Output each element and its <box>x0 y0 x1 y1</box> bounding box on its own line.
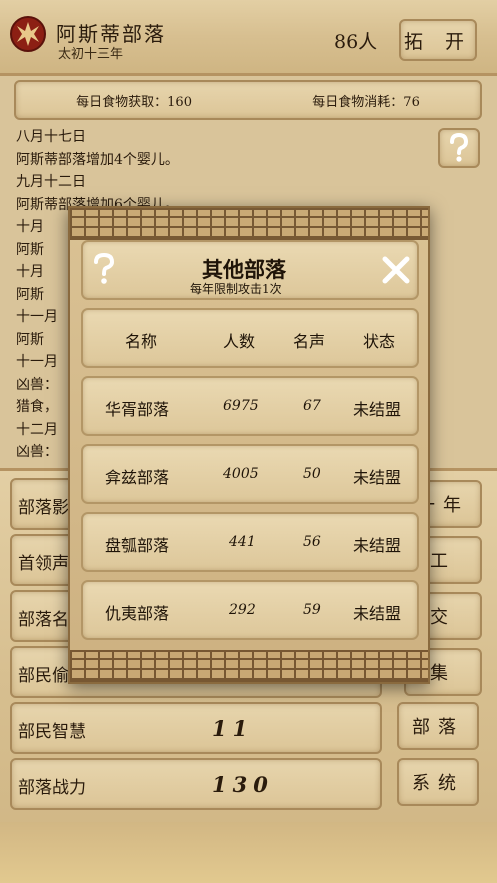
tribe-fame-cell: 50 <box>303 466 321 482</box>
expand-button[interactable]: 拓 开 <box>399 19 477 61</box>
system-button[interactable]: 系统 <box>397 758 479 806</box>
question-icon <box>450 133 469 162</box>
log-line: 八月十七日 <box>16 129 86 145</box>
food-consume: 每日食物消耗：76 <box>312 91 420 110</box>
food-gain-value: 160 <box>167 94 192 110</box>
stat-label: 部落影 <box>18 498 69 518</box>
other-tribes-dialog: 其他部落 每年限制攻击1次 名称 人数 名声 状态 华胥部落 6975 67 未… <box>68 206 430 684</box>
stat-value: 130 <box>212 772 274 797</box>
top-bar: 阿斯蒂部落 太初十三年 86人 拓 开 <box>0 0 497 76</box>
log-line: 阿斯蒂部落增加4个婴儿。 <box>16 151 179 168</box>
tribe-row[interactable]: 弇兹部落 4005 50 未结盟 <box>81 444 419 504</box>
question-icon[interactable] <box>92 252 116 286</box>
population-count: 86人 <box>334 31 378 53</box>
tribe-name-cell: 华胥部落 <box>105 400 170 419</box>
stat-label: 首领声 <box>18 554 69 574</box>
tribe-status-cell: 未结盟 <box>353 604 402 623</box>
column-header-fame: 名声 <box>293 332 326 351</box>
tribe-people-cell: 6975 <box>223 398 259 414</box>
tribe-row[interactable]: 华胥部落 6975 67 未结盟 <box>81 376 419 436</box>
food-consume-label: 每日食物消耗： <box>312 94 404 110</box>
tribe-status-cell: 未结盟 <box>353 400 402 419</box>
tribe-people-cell: 4005 <box>223 466 259 482</box>
ornament-border-top <box>70 208 428 240</box>
stat-row: 部民智慧 11 <box>10 702 382 754</box>
tribe-fame-cell: 67 <box>303 398 321 414</box>
stat-label: 部民偷 <box>18 666 69 686</box>
column-header-name: 名称 <box>125 332 158 351</box>
stat-label: 部落战力 <box>18 778 86 798</box>
column-header-status: 状态 <box>363 332 396 351</box>
tribe-name-cell: 仇夷部落 <box>105 604 170 623</box>
tribe-people-cell: 292 <box>229 602 256 618</box>
stat-value: 11 <box>212 716 254 741</box>
close-x-icon[interactable] <box>380 254 412 286</box>
bottom-strip <box>0 822 497 883</box>
stat-label: 部民智慧 <box>18 722 86 742</box>
tribe-name-cell: 盘瓠部落 <box>105 536 170 555</box>
food-consume-value: 76 <box>403 94 420 110</box>
food-gain: 每日食物获取：160 <box>76 91 192 110</box>
tribe-fame-cell: 59 <box>303 602 321 618</box>
stat-row: 部落战力 130 <box>10 758 382 810</box>
dialog-subtitle: 每年限制攻击1次 <box>190 282 282 296</box>
tribe-people-cell: 441 <box>229 534 256 550</box>
table-header: 名称 人数 名声 状态 <box>81 308 419 368</box>
tribe-button[interactable]: 部落 <box>397 702 479 750</box>
column-header-people: 人数 <box>223 332 256 351</box>
era-date: 太初十三年 <box>58 47 124 62</box>
horde-emblem-icon <box>10 16 46 52</box>
tribe-status-cell: 未结盟 <box>353 468 402 487</box>
tribe-status-cell: 未结盟 <box>353 536 402 555</box>
tribe-name-cell: 弇兹部落 <box>105 468 170 487</box>
ornament-border-bottom <box>70 650 428 682</box>
food-gain-label: 每日食物获取： <box>76 94 168 110</box>
tribe-row[interactable]: 盘瓠部落 441 56 未结盟 <box>81 512 419 572</box>
tribe-row[interactable]: 仇夷部落 292 59 未结盟 <box>81 580 419 640</box>
tribe-fame-cell: 56 <box>303 534 321 550</box>
food-bar: 每日食物获取：160 每日食物消耗：76 <box>14 80 482 120</box>
help-button[interactable] <box>438 128 480 168</box>
log-line: 九月十二日 <box>16 174 86 190</box>
stat-label: 部落名 <box>18 610 69 630</box>
